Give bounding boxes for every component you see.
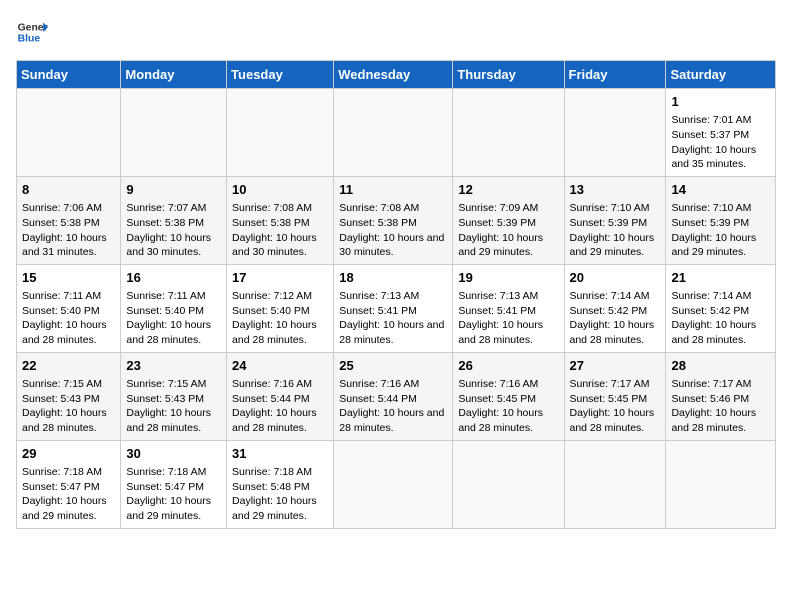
calendar-cell-day-22: 22Sunrise: 7:15 AMSunset: 5:43 PMDayligh… (17, 352, 121, 440)
calendar-cell-day-14: 14Sunrise: 7:10 AMSunset: 5:39 PMDayligh… (666, 176, 776, 264)
calendar-table: SundayMondayTuesdayWednesdayThursdayFrid… (16, 60, 776, 529)
calendar-cell-day-29: 29Sunrise: 7:18 AMSunset: 5:47 PMDayligh… (17, 440, 121, 528)
day-header-friday: Friday (564, 61, 666, 89)
logo: General Blue (16, 16, 48, 48)
calendar-cell-day-13: 13Sunrise: 7:10 AMSunset: 5:39 PMDayligh… (564, 176, 666, 264)
calendar-cell-day-11: 11Sunrise: 7:08 AMSunset: 5:38 PMDayligh… (334, 176, 453, 264)
calendar-header-row: SundayMondayTuesdayWednesdayThursdayFrid… (17, 61, 776, 89)
empty-cell (453, 440, 564, 528)
calendar-week-row: 8Sunrise: 7:06 AMSunset: 5:38 PMDaylight… (17, 176, 776, 264)
page-header: General Blue (16, 16, 776, 48)
calendar-cell-day-10: 10Sunrise: 7:08 AMSunset: 5:38 PMDayligh… (227, 176, 334, 264)
day-header-sunday: Sunday (17, 61, 121, 89)
calendar-cell-day-17: 17Sunrise: 7:12 AMSunset: 5:40 PMDayligh… (227, 264, 334, 352)
day-header-tuesday: Tuesday (227, 61, 334, 89)
empty-cell (666, 440, 776, 528)
calendar-week-row: 15Sunrise: 7:11 AMSunset: 5:40 PMDayligh… (17, 264, 776, 352)
day-header-monday: Monday (121, 61, 227, 89)
day-header-thursday: Thursday (453, 61, 564, 89)
empty-cell (334, 440, 453, 528)
empty-cell (17, 89, 121, 177)
day-header-saturday: Saturday (666, 61, 776, 89)
logo-icon: General Blue (16, 16, 48, 48)
day-header-wednesday: Wednesday (334, 61, 453, 89)
calendar-cell-day-30: 30Sunrise: 7:18 AMSunset: 5:47 PMDayligh… (121, 440, 227, 528)
empty-cell (453, 89, 564, 177)
calendar-cell-day-25: 25Sunrise: 7:16 AMSunset: 5:44 PMDayligh… (334, 352, 453, 440)
calendar-cell-day-19: 19Sunrise: 7:13 AMSunset: 5:41 PMDayligh… (453, 264, 564, 352)
calendar-week-row: 29Sunrise: 7:18 AMSunset: 5:47 PMDayligh… (17, 440, 776, 528)
calendar-week-row: 1Sunrise: 7:01 AMSunset: 5:37 PMDaylight… (17, 89, 776, 177)
calendar-cell-day-24: 24Sunrise: 7:16 AMSunset: 5:44 PMDayligh… (227, 352, 334, 440)
calendar-cell-day-15: 15Sunrise: 7:11 AMSunset: 5:40 PMDayligh… (17, 264, 121, 352)
calendar-cell-day-28: 28Sunrise: 7:17 AMSunset: 5:46 PMDayligh… (666, 352, 776, 440)
calendar-cell-day-23: 23Sunrise: 7:15 AMSunset: 5:43 PMDayligh… (121, 352, 227, 440)
empty-cell (334, 89, 453, 177)
empty-cell (564, 440, 666, 528)
calendar-cell-day-1: 1Sunrise: 7:01 AMSunset: 5:37 PMDaylight… (666, 89, 776, 177)
empty-cell (227, 89, 334, 177)
calendar-cell-day-18: 18Sunrise: 7:13 AMSunset: 5:41 PMDayligh… (334, 264, 453, 352)
calendar-cell-day-26: 26Sunrise: 7:16 AMSunset: 5:45 PMDayligh… (453, 352, 564, 440)
calendar-cell-day-9: 9Sunrise: 7:07 AMSunset: 5:38 PMDaylight… (121, 176, 227, 264)
calendar-cell-day-12: 12Sunrise: 7:09 AMSunset: 5:39 PMDayligh… (453, 176, 564, 264)
calendar-cell-day-27: 27Sunrise: 7:17 AMSunset: 5:45 PMDayligh… (564, 352, 666, 440)
svg-text:Blue: Blue (18, 34, 41, 45)
calendar-week-row: 22Sunrise: 7:15 AMSunset: 5:43 PMDayligh… (17, 352, 776, 440)
calendar-cell-day-8: 8Sunrise: 7:06 AMSunset: 5:38 PMDaylight… (17, 176, 121, 264)
empty-cell (564, 89, 666, 177)
calendar-cell-day-31: 31Sunrise: 7:18 AMSunset: 5:48 PMDayligh… (227, 440, 334, 528)
calendar-cell-day-21: 21Sunrise: 7:14 AMSunset: 5:42 PMDayligh… (666, 264, 776, 352)
calendar-cell-day-16: 16Sunrise: 7:11 AMSunset: 5:40 PMDayligh… (121, 264, 227, 352)
calendar-body: 1Sunrise: 7:01 AMSunset: 5:37 PMDaylight… (17, 89, 776, 529)
calendar-cell-day-20: 20Sunrise: 7:14 AMSunset: 5:42 PMDayligh… (564, 264, 666, 352)
empty-cell (121, 89, 227, 177)
